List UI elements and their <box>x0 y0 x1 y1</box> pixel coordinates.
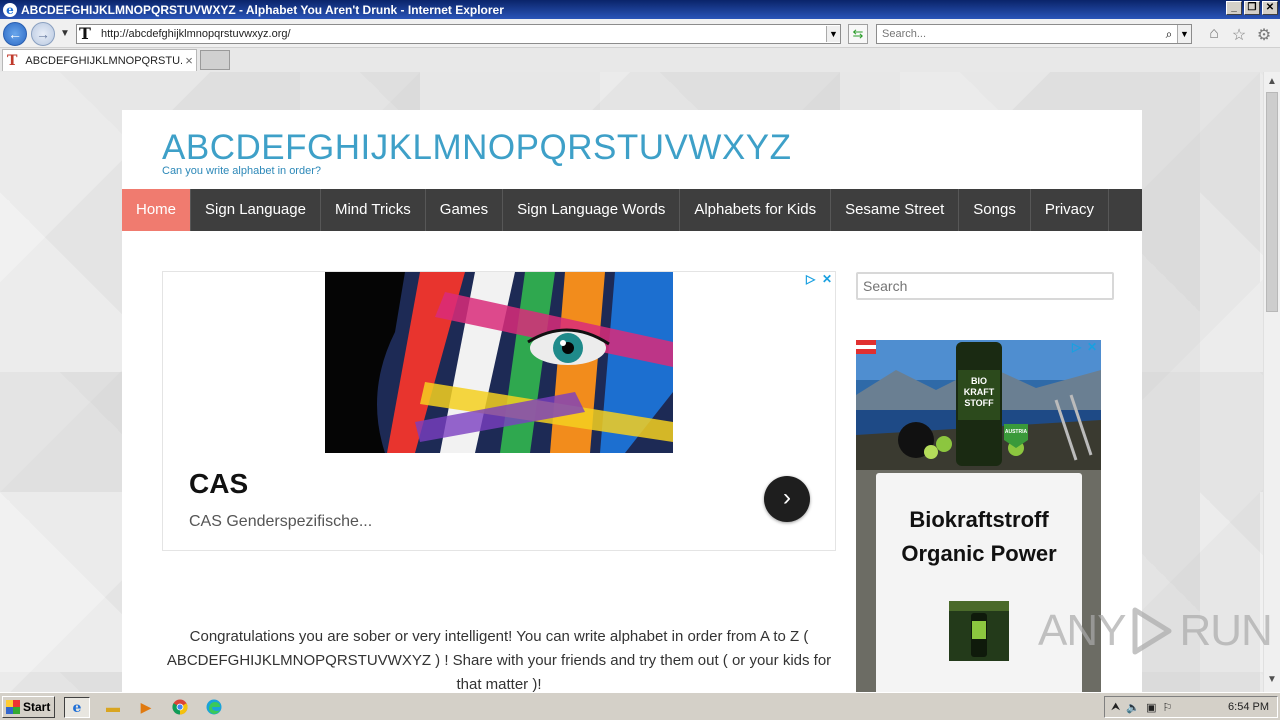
nav-item-games[interactable]: Games <box>426 189 504 231</box>
scroll-up-arrow-icon[interactable]: ▲ <box>1264 74 1280 90</box>
search-dropdown-icon[interactable]: ▼ <box>1177 25 1191 43</box>
scroll-down-arrow-icon[interactable]: ▼ <box>1264 672 1280 688</box>
address-bar[interactable]: T http://abcdefghijklmnopqrstuvwxyz.org/… <box>76 24 841 44</box>
browser-search-box[interactable]: ⌕ ▼ <box>876 24 1192 44</box>
tab-title: ABCDEFGHIJKLMNOPQRSTU... <box>25 54 182 67</box>
back-button[interactable]: ← <box>3 22 27 46</box>
windows-logo-icon <box>6 700 20 714</box>
ad-card[interactable]: Biokraftstroff Organic Power <box>876 473 1082 692</box>
browser-tab-active[interactable]: T ABCDEFGHIJKLMNOPQRSTU... × <box>2 49 197 71</box>
painted-face-illustration <box>325 272 673 453</box>
site-favicon-icon: T <box>79 24 91 43</box>
site-tagline: Can you write alphabet in order? <box>162 165 321 177</box>
search-icon[interactable]: ⌕ <box>1161 27 1177 42</box>
home-icon[interactable]: ⌂ <box>1204 25 1224 43</box>
ad-next-arrow-button[interactable]: › <box>764 476 810 522</box>
taskbar-ie-icon[interactable]: e <box>64 697 90 718</box>
address-url[interactable]: http://abcdefghijklmnopqrstuvwxyz.org/ <box>101 28 826 40</box>
tray-expand-icon[interactable]: ⮝ <box>1111 701 1120 714</box>
site-title[interactable]: ABCDEFGHIJKLMNOPQRSTUVWXYZ <box>162 128 791 168</box>
nav-item-mind-tricks[interactable]: Mind Tricks <box>321 189 426 231</box>
window-title: ABCDEFGHIJKLMNOPQRSTUVWXYZ - Alphabet Yo… <box>21 2 504 17</box>
ad-card-headline-line1: Biokraftstroff <box>909 507 1049 532</box>
action-center-flag-icon[interactable]: ⚐ <box>1162 701 1172 714</box>
scrollbar-thumb[interactable] <box>1266 92 1278 312</box>
history-dropdown-icon[interactable]: ▼ <box>60 28 70 39</box>
browser-tab-row: T ABCDEFGHIJKLMNOPQRSTU... × <box>0 48 1280 72</box>
ad-close-icon-sidebar[interactable]: ✕ <box>1087 340 1097 354</box>
ad-austria-badge: AUSTRIA <box>1004 429 1028 435</box>
taskbar-explorer-icon[interactable]: ▬ <box>100 697 126 718</box>
edge-logo <box>206 699 222 715</box>
network-icon[interactable]: ▣ <box>1146 701 1156 714</box>
taskbar-clock[interactable]: 6:54 PM <box>1228 701 1269 713</box>
adchoices-icon-sidebar[interactable]: ▷ <box>1072 340 1081 354</box>
tools-gear-icon[interactable]: ⚙ <box>1254 25 1274 45</box>
tab-close-icon[interactable]: × <box>182 53 196 68</box>
play-icon <box>1132 607 1172 655</box>
nav-item-songs[interactable]: Songs <box>959 189 1031 231</box>
window-title-bar: e ABCDEFGHIJKLMNOPQRSTUVWXYZ - Alphabet … <box>0 0 1280 19</box>
nav-item-privacy[interactable]: Privacy <box>1031 189 1110 231</box>
ad-subtext[interactable]: CAS Genderspezifische... <box>189 513 372 531</box>
sidebar-search-box[interactable] <box>856 272 1114 300</box>
forward-button[interactable]: → <box>31 22 55 46</box>
start-button[interactable]: Start <box>2 696 55 718</box>
restore-button[interactable]: ❐ <box>1244 1 1260 15</box>
tab-favicon-icon: T <box>7 52 18 69</box>
nav-item-sesame-street[interactable]: Sesame Street <box>831 189 960 231</box>
taskbar-chrome-icon[interactable] <box>167 697 193 718</box>
browser-search-input[interactable] <box>877 28 1161 40</box>
internet-explorer-icon: e <box>3 2 17 17</box>
ad-close-icon[interactable]: ✕ <box>822 272 832 286</box>
ad-card-headline[interactable]: Biokraftstroff Organic Power <box>876 503 1082 571</box>
taskbar-edge-icon[interactable] <box>201 697 227 718</box>
windows-taskbar: Start e ▬ ▶ ⮝ 🔈 ▣ ⚐ 6:54 PM <box>0 692 1280 720</box>
window-controls: _ ❐ ✕ <box>1226 1 1278 15</box>
browser-address-row: ← → ▼ T http://abcdefghijklmnopqrstuvwxy… <box>0 19 1280 48</box>
sidebar-search-input[interactable] <box>858 274 1112 298</box>
nav-item-sign-language[interactable]: Sign Language <box>191 189 321 231</box>
new-tab-button[interactable] <box>200 50 230 70</box>
adchoices-icon[interactable]: ▷ <box>806 272 815 286</box>
start-label: Start <box>23 700 51 714</box>
product-thumbnail-illustration <box>949 601 1009 661</box>
taskbar-media-player-icon[interactable]: ▶ <box>133 697 159 718</box>
compatibility-refresh-button[interactable]: ⇆ <box>848 24 868 44</box>
intro-paragraph: Congratulations you are sober or very in… <box>166 628 832 692</box>
watermark-left-text: ANY <box>1038 606 1126 655</box>
watermark-right-text: RUN <box>1179 606 1272 655</box>
nav-item-alphabets-for-kids[interactable]: Alphabets for Kids <box>680 189 832 231</box>
volume-icon[interactable]: 🔈 <box>1126 701 1140 714</box>
main-navigation: Home Sign Language Mind Tricks Games Sign La… <box>122 189 1142 231</box>
advertisement-cas[interactable]: ▷ ✕ CAS CAS Genderspezifische... › <box>162 271 836 551</box>
ad-image-painted-face[interactable] <box>325 272 673 453</box>
close-window-button[interactable]: ✕ <box>1262 1 1278 15</box>
page-scrollbar[interactable]: ▲ ▼ <box>1263 72 1280 692</box>
favorites-star-icon[interactable]: ☆ <box>1229 25 1249 45</box>
anyrun-watermark: ANY RUN <box>1038 606 1273 656</box>
ad-headline[interactable]: CAS <box>189 468 248 500</box>
ad-product-thumbnail[interactable] <box>949 601 1009 661</box>
chrome-logo <box>172 699 188 715</box>
ad-card-headline-line2: Organic Power <box>901 541 1057 566</box>
nav-item-home[interactable]: Home <box>122 189 192 231</box>
system-tray: ⮝ 🔈 ▣ ⚐ 6:54 PM <box>1104 696 1278 718</box>
site-container: ABCDEFGHIJKLMNOPQRSTUVWXYZ Can you write… <box>122 110 1142 692</box>
address-dropdown-icon[interactable]: ▼ <box>826 26 840 42</box>
nav-item-sign-language-words[interactable]: Sign Language Words <box>503 189 681 231</box>
ad-can-label: BIO KRAFT STOFF <box>963 376 995 408</box>
minimize-button[interactable]: _ <box>1226 1 1242 15</box>
page-viewport: ABCDEFGHIJKLMNOPQRSTUVWXYZ Can you write… <box>0 72 1263 692</box>
